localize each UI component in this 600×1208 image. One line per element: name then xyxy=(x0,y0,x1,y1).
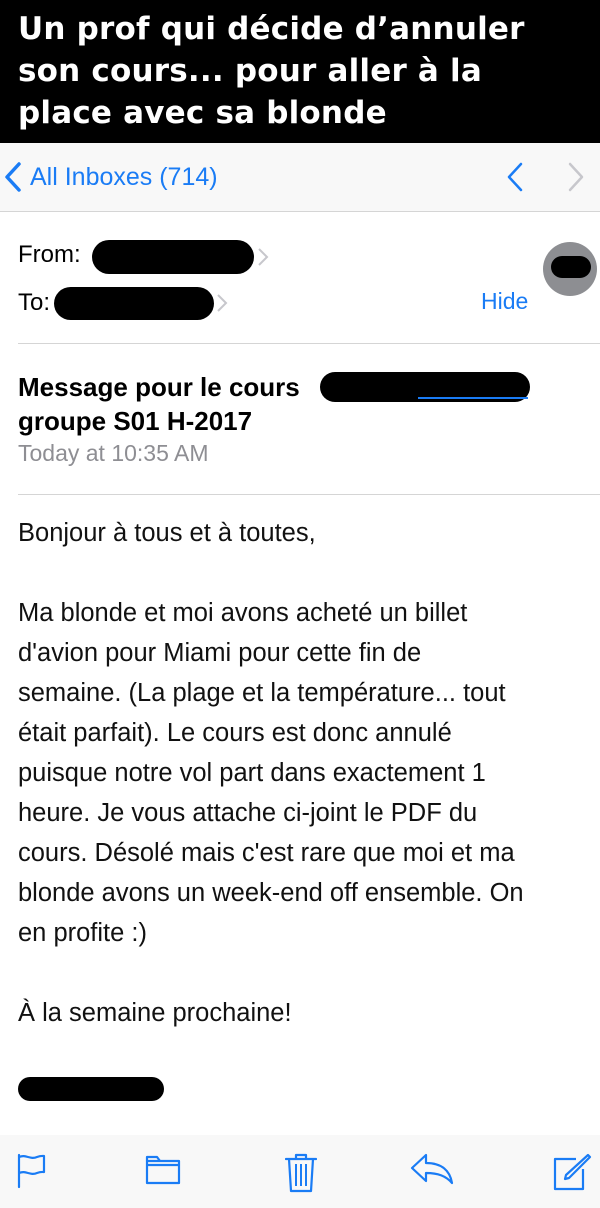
message-body: Bonjour à tous et à toutes, Ma blonde et… xyxy=(18,513,590,1033)
closing: À la semaine prochaine! xyxy=(18,999,292,1027)
header-divider xyxy=(18,343,600,344)
hide-details-link[interactable]: Hide xyxy=(481,288,528,315)
reply-button[interactable] xyxy=(410,1153,454,1190)
meme-caption: Un prof qui décide d’annuler son cours..… xyxy=(0,0,600,143)
body-paragraph: Ma blonde et moi avons acheté un billet … xyxy=(18,599,524,947)
subject-line-1: Message pour le cours xyxy=(18,372,300,402)
back-button-label: All Inboxes (714) xyxy=(30,162,218,191)
subject-divider xyxy=(18,494,600,495)
chevron-left-icon xyxy=(4,161,22,193)
from-label: From: xyxy=(18,241,81,268)
compose-icon xyxy=(553,1153,592,1191)
message-date: Today at 10:35 AM xyxy=(18,440,209,466)
subject-line-2: groupe S01 H-2017 xyxy=(18,406,253,436)
compose-button[interactable] xyxy=(552,1153,592,1196)
redacted-sender[interactable] xyxy=(92,240,254,274)
previous-message-button[interactable] xyxy=(505,161,525,198)
back-button[interactable]: All Inboxes (714) xyxy=(4,157,218,197)
folder-icon xyxy=(145,1155,181,1185)
caption-text: Un prof qui décide d’annuler son cours..… xyxy=(18,11,525,131)
redacted-signature xyxy=(18,1077,164,1101)
flag-button[interactable] xyxy=(16,1153,48,1194)
flag-icon xyxy=(17,1153,46,1189)
link-underline xyxy=(418,397,528,399)
chevron-right-icon xyxy=(258,248,269,266)
delete-button[interactable] xyxy=(284,1153,318,1198)
chevron-down-icon xyxy=(566,162,586,197)
nav-divider xyxy=(0,211,600,212)
trash-icon xyxy=(284,1153,318,1193)
bottom-toolbar xyxy=(0,1135,600,1208)
move-to-folder-button[interactable] xyxy=(145,1153,181,1192)
navigation-bar: All Inboxes (714) xyxy=(0,143,600,211)
to-label: To: xyxy=(18,289,51,316)
reply-icon xyxy=(410,1153,454,1185)
chevron-right-icon xyxy=(217,294,228,312)
greeting: Bonjour à tous et à toutes, xyxy=(18,519,316,547)
chevron-up-icon xyxy=(505,162,525,197)
avatar[interactable] xyxy=(543,242,597,296)
redacted-avatar xyxy=(551,256,591,278)
next-message-button[interactable] xyxy=(566,161,586,198)
redacted-recipient[interactable] xyxy=(54,287,214,320)
